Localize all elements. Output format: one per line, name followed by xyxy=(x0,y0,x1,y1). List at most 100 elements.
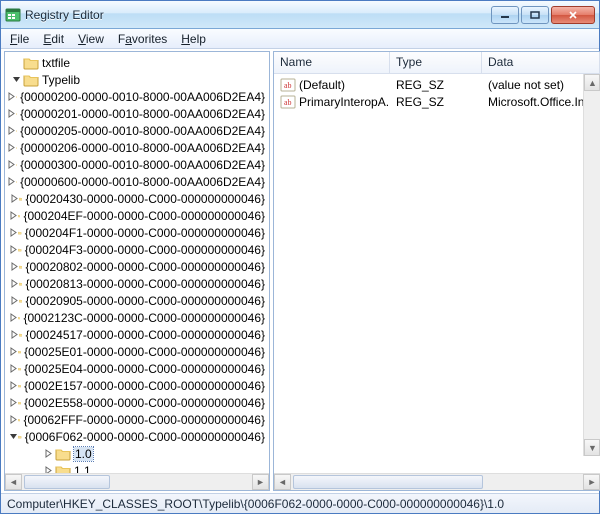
expand-icon[interactable] xyxy=(7,92,16,101)
scroll-down-button[interactable]: ▼ xyxy=(584,439,600,456)
expand-icon[interactable] xyxy=(9,245,18,254)
tree-item[interactable]: {000204EF-0000-0000-C000-000000000046} xyxy=(5,207,269,224)
folder-icon xyxy=(18,311,21,325)
tree-hscroll-thumb[interactable] xyxy=(24,475,110,489)
values-header: Name Type Data xyxy=(274,52,600,74)
tree-item[interactable]: {0002123C-0000-0000-C000-000000000046} xyxy=(5,309,269,326)
tree-item[interactable]: {00000200-0000-0010-8000-00AA006D2EA4} xyxy=(5,88,269,105)
values-vscroll-track[interactable] xyxy=(584,91,600,439)
scroll-right-button[interactable]: ► xyxy=(583,474,600,490)
status-path: Computer\HKEY_CLASSES_ROOT\Typelib\{0006… xyxy=(7,497,504,511)
column-header-type[interactable]: Type xyxy=(390,52,482,73)
values-vscroll[interactable]: ▲ ▼ xyxy=(583,74,600,456)
tree-item[interactable]: {00000205-0000-0010-8000-00AA006D2EA4} xyxy=(5,122,269,139)
menu-favorites[interactable]: Favorites xyxy=(111,30,174,48)
value-data: Microsoft.Office.Inte xyxy=(482,95,600,109)
tree-item-label: {0002E157-0000-0000-C000-000000000046} xyxy=(24,379,265,393)
tree-item[interactable]: {00000600-0000-0010-8000-00AA006D2EA4} xyxy=(5,173,269,190)
maximize-button[interactable] xyxy=(521,6,549,24)
scroll-left-button[interactable]: ◄ xyxy=(5,474,22,490)
expand-icon[interactable] xyxy=(10,279,19,288)
folder-icon xyxy=(55,464,71,474)
tree-item[interactable]: {00000206-0000-0010-8000-00AA006D2EA4} xyxy=(5,139,269,156)
tree-item[interactable]: {000204F3-0000-0000-C000-000000000046} xyxy=(5,241,269,258)
values-scroll-area[interactable]: ab(Default)REG_SZ(value not set)abPrimar… xyxy=(274,74,600,473)
tree-item[interactable]: {00024517-0000-0000-C000-000000000046} xyxy=(5,326,269,343)
scroll-right-button[interactable]: ► xyxy=(252,474,269,490)
tree-item[interactable]: {00020905-0000-0000-C000-000000000046} xyxy=(5,292,269,309)
collapse-icon[interactable] xyxy=(9,75,23,84)
tree-item[interactable]: {00025E04-0000-0000-C000-000000000046} xyxy=(5,360,269,377)
expand-icon[interactable] xyxy=(9,415,18,424)
values-hscroll[interactable]: ◄ ► xyxy=(274,473,600,490)
tree-item[interactable]: {00020430-0000-0000-C000-000000000046} xyxy=(5,190,269,207)
titlebar[interactable]: Registry Editor xyxy=(1,1,599,29)
column-header-name[interactable]: Name xyxy=(274,52,390,73)
tree-item[interactable]: {00020813-0000-0000-C000-000000000046} xyxy=(5,275,269,292)
expand-icon[interactable] xyxy=(7,143,16,152)
close-button[interactable] xyxy=(551,6,595,24)
value-type: REG_SZ xyxy=(390,95,482,109)
tree-item[interactable]: {00062FFF-0000-0000-C000-000000000046} xyxy=(5,411,269,428)
tree-hscroll-track[interactable] xyxy=(22,474,252,490)
tree-item-label: {00000206-0000-0010-8000-00AA006D2EA4} xyxy=(20,141,265,155)
scroll-left-button[interactable]: ◄ xyxy=(274,474,291,490)
tree-item-label: {00025E04-0000-0000-C000-000000000046} xyxy=(24,362,265,376)
tree-item[interactable]: {00025E01-0000-0000-C000-000000000046} xyxy=(5,343,269,360)
expand-icon[interactable] xyxy=(7,126,16,135)
value-name: PrimaryInteropA... xyxy=(299,95,390,109)
tree-item-label: {00020905-0000-0000-C000-000000000046} xyxy=(25,294,265,308)
expand-icon[interactable] xyxy=(9,364,18,373)
tree-item[interactable]: {000204F1-0000-0000-C000-000000000046} xyxy=(5,224,269,241)
tree-item[interactable]: {0002E157-0000-0000-C000-000000000046} xyxy=(5,377,269,394)
folder-icon xyxy=(16,141,17,155)
menu-view[interactable]: View xyxy=(71,30,111,48)
menu-help[interactable]: Help xyxy=(174,30,213,48)
expand-icon[interactable] xyxy=(7,109,16,118)
minimize-button[interactable] xyxy=(491,6,519,24)
tree-item[interactable]: {00000300-0000-0010-8000-00AA006D2EA4} xyxy=(5,156,269,173)
tree-hscroll[interactable]: ◄ ► xyxy=(5,473,269,490)
folder-icon xyxy=(18,345,21,359)
window-buttons xyxy=(489,6,595,24)
menu-edit[interactable]: Edit xyxy=(36,30,71,48)
value-row[interactable]: abPrimaryInteropA...REG_SZMicrosoft.Offi… xyxy=(274,93,600,110)
values-hscroll-thumb[interactable] xyxy=(293,475,483,489)
expand-icon[interactable] xyxy=(9,313,18,322)
expand-icon[interactable] xyxy=(9,381,18,390)
expand-icon[interactable] xyxy=(7,177,16,186)
expand-icon[interactable] xyxy=(9,347,18,356)
expand-icon[interactable] xyxy=(9,211,18,220)
tree-item[interactable]: {0002E558-0000-0000-C000-000000000046} xyxy=(5,394,269,411)
expand-icon[interactable] xyxy=(10,194,19,203)
tree-item[interactable]: {00020802-0000-0000-C000-000000000046} xyxy=(5,258,269,275)
expand-icon[interactable] xyxy=(10,330,19,339)
expand-icon[interactable] xyxy=(41,466,55,473)
tree-item[interactable]: 1.1 xyxy=(5,462,269,473)
tree-item-label: Typelib xyxy=(42,73,80,87)
expand-icon[interactable] xyxy=(9,228,18,237)
expand-icon[interactable] xyxy=(10,262,19,271)
body: txtfile Typelib{00000200-0000-0010-8000-0… xyxy=(1,49,599,493)
tree-item[interactable]: txtfile xyxy=(5,54,269,71)
tree-item[interactable]: Typelib xyxy=(5,71,269,88)
menu-file[interactable]: File xyxy=(3,30,36,48)
tree-scroll-area[interactable]: txtfile Typelib{00000200-0000-0010-8000-0… xyxy=(5,52,269,473)
value-row[interactable]: ab(Default)REG_SZ(value not set) xyxy=(274,76,600,93)
tree-item[interactable]: {0006F062-0000-0000-C000-000000000046} xyxy=(5,428,269,445)
column-header-data[interactable]: Data xyxy=(482,52,600,73)
string-value-icon: ab xyxy=(280,95,296,109)
expand-icon[interactable] xyxy=(41,449,55,458)
tree-item-label: {0002123C-0000-0000-C000-000000000046} xyxy=(23,311,265,325)
tree-item[interactable]: 1.0 xyxy=(5,445,269,462)
tree-item-label: {00000201-0000-0010-8000-00AA006D2EA4} xyxy=(20,107,265,121)
tree-item[interactable]: {00000201-0000-0010-8000-00AA006D2EA4} xyxy=(5,105,269,122)
expand-icon[interactable] xyxy=(9,398,18,407)
tree-item-label: {0002E558-0000-0000-C000-000000000046} xyxy=(24,396,265,410)
expand-icon[interactable] xyxy=(7,160,16,169)
collapse-icon[interactable] xyxy=(9,432,18,441)
scroll-up-button[interactable]: ▲ xyxy=(584,74,600,91)
expand-icon[interactable] xyxy=(10,296,19,305)
values-hscroll-track[interactable] xyxy=(291,474,583,490)
folder-icon xyxy=(19,192,23,206)
